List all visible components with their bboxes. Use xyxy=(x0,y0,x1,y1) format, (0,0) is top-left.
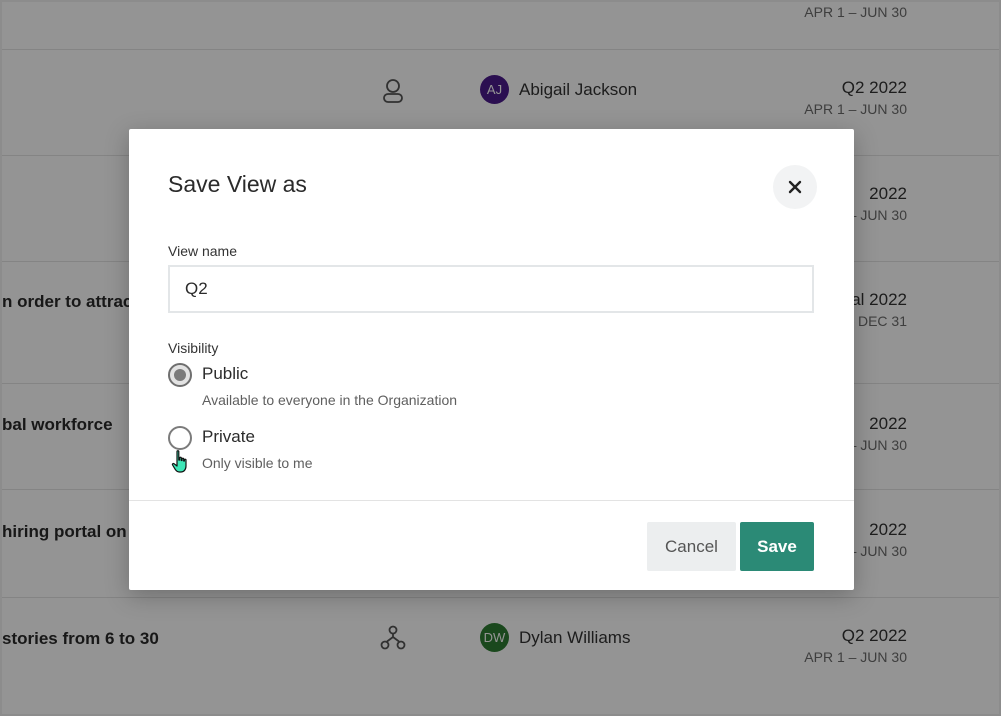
visibility-label: Visibility xyxy=(168,340,219,356)
visibility-option-private[interactable]: Private Only visible to me xyxy=(168,426,528,476)
radio-public[interactable] xyxy=(168,363,192,387)
page-frame: APR 1 – JUN 30 AJ Abigail Jackson Q2 202… xyxy=(0,0,1001,716)
radio-private[interactable] xyxy=(168,426,192,450)
save-button[interactable]: Save xyxy=(740,522,814,571)
view-name-input[interactable] xyxy=(168,265,814,313)
close-icon xyxy=(788,180,802,194)
close-button[interactable] xyxy=(773,165,817,209)
radio-label: Private xyxy=(202,427,255,446)
radio-label: Public xyxy=(202,364,249,383)
dialog-title: Save View as xyxy=(168,171,307,197)
view-name-label: View name xyxy=(168,243,238,259)
footer-divider xyxy=(129,500,854,501)
radio-description: Only visible to me xyxy=(202,455,313,471)
hand-pointer-cursor-icon xyxy=(171,450,187,473)
cancel-button[interactable]: Cancel xyxy=(647,522,736,571)
save-view-dialog: Save View as View name Visibility Public… xyxy=(129,129,854,590)
radio-description: Available to everyone in the Organizatio… xyxy=(202,392,458,408)
visibility-option-public[interactable]: Public Available to everyone in the Orga… xyxy=(168,363,528,413)
